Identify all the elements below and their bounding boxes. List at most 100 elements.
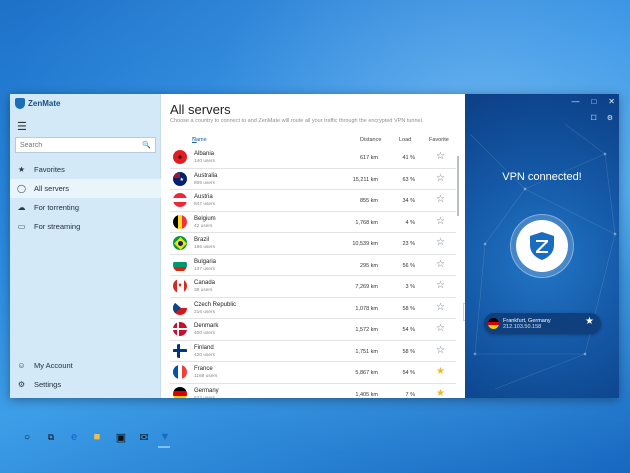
server-country: Bulgaria bbox=[194, 258, 217, 265]
maximize-icon[interactable]: □ bbox=[591, 97, 596, 106]
sidebar-item-settings[interactable]: ⚙ Settings bbox=[10, 375, 161, 394]
cloud-download-icon: ☁ bbox=[17, 203, 26, 212]
location-city: Frankfurt, Germany bbox=[503, 317, 551, 324]
server-distance: 1,751 km bbox=[355, 348, 378, 355]
search-icon[interactable]: 🔍 bbox=[142, 141, 151, 149]
server-load: 63 % bbox=[402, 176, 415, 183]
sidebar-item-my-account[interactable]: ☺ My Account bbox=[10, 356, 161, 375]
server-distance: 855 km bbox=[359, 198, 378, 204]
server-country: Albania bbox=[194, 151, 215, 157]
server-country: Finland bbox=[194, 344, 214, 351]
sidebar-item-label: All servers bbox=[34, 184, 70, 193]
server-distance: 15,211 km bbox=[352, 176, 378, 183]
server-distance: 1,078 km bbox=[355, 305, 378, 312]
sidebar-item-favorites[interactable]: ★ Favorites bbox=[10, 160, 161, 179]
server-users: 42 users bbox=[194, 223, 213, 229]
server-distance: 5,867 km bbox=[355, 370, 378, 376]
favorite-star-icon[interactable]: ☆ bbox=[436, 216, 445, 227]
server-load: 41 % bbox=[402, 155, 415, 161]
server-country: Czech Republic bbox=[194, 301, 237, 308]
store-icon[interactable]: ▣ bbox=[114, 430, 128, 444]
search-circle-icon[interactable]: ○ bbox=[20, 430, 34, 444]
task-view-icon[interactable]: ⧉ bbox=[44, 430, 58, 444]
edge-icon[interactable]: e bbox=[67, 430, 81, 444]
favorite-star-icon[interactable]: ☆ bbox=[436, 173, 445, 184]
chat-icon[interactable]: ☐ bbox=[590, 114, 596, 122]
server-country: Brazil bbox=[194, 237, 210, 243]
favorite-star-icon[interactable]: ★ bbox=[436, 388, 445, 398]
server-users: 622 users bbox=[194, 395, 216, 399]
favorite-star-icon[interactable]: ☆ bbox=[436, 152, 445, 162]
location-info: Frankfurt, Germany 212.103.50.158 bbox=[503, 318, 551, 330]
server-load: 58 % bbox=[402, 348, 415, 355]
server-row-br[interactable]: Brazil 186 users 10,539 km 23 % ☆ bbox=[170, 233, 456, 255]
search-field[interactable]: 🔍 bbox=[15, 137, 156, 153]
monitor-icon: ▭ bbox=[17, 222, 26, 231]
connect-toggle[interactable] bbox=[510, 214, 574, 278]
server-list: ✦ Albania 140 users 617 km 41 % ☆ ★ Aust… bbox=[170, 147, 456, 398]
server-users: 216 users bbox=[194, 309, 216, 315]
server-row-al[interactable]: ✦ Albania 140 users 617 km 41 % ☆ bbox=[170, 147, 456, 169]
minimize-icon[interactable]: — bbox=[571, 97, 579, 106]
favorite-star-icon[interactable]: ☆ bbox=[436, 281, 445, 291]
server-distance: 617 km bbox=[359, 155, 378, 161]
search-input[interactable] bbox=[20, 141, 143, 149]
server-row-at[interactable]: Austria 847 users 855 km 34 % ☆ bbox=[170, 190, 456, 212]
server-row-ca[interactable]: ♦ Canada 38 users 7,269 km 3 % ☆ bbox=[170, 276, 456, 298]
server-row-fr[interactable]: France 1168 users 5,867 km 54 % ★ bbox=[170, 362, 456, 384]
server-country: Australia bbox=[194, 172, 218, 179]
favorite-star-icon[interactable]: ★ bbox=[585, 317, 594, 327]
active-app-indicator bbox=[158, 446, 170, 448]
sidebar-item-label: For torrenting bbox=[34, 203, 80, 212]
sidebar-item-torrenting[interactable]: ☁ For torrenting bbox=[10, 198, 161, 217]
au-flag-icon: ★ bbox=[173, 171, 187, 186]
column-distance[interactable]: Distance bbox=[360, 137, 381, 143]
server-row-bg[interactable]: Bulgaria 137 users 295 km 56 % ☆ bbox=[170, 255, 456, 276]
menu-icon[interactable]: ☰ bbox=[17, 120, 27, 133]
fr-flag-icon bbox=[173, 365, 187, 379]
sidebar-item-all-servers[interactable]: ◯ All servers bbox=[10, 179, 161, 198]
server-row-be[interactable]: Belgium 42 users 1,768 km 4 % ☆ bbox=[170, 212, 456, 233]
gear-icon: ⚙ bbox=[17, 380, 26, 389]
zenmate-taskbar-icon[interactable]: ▼ bbox=[158, 430, 172, 444]
close-icon[interactable]: ✕ bbox=[608, 97, 615, 106]
germany-flag-icon bbox=[488, 318, 499, 329]
al-flag-icon: ✦ bbox=[173, 150, 187, 164]
shield-button[interactable] bbox=[516, 220, 568, 272]
at-flag-icon bbox=[173, 193, 187, 207]
panel-actions: ☐ ⚙ bbox=[590, 114, 613, 122]
mail-icon[interactable]: ✉ bbox=[137, 430, 151, 444]
favorite-star-icon[interactable]: ☆ bbox=[436, 238, 445, 248]
scrollbar[interactable] bbox=[457, 156, 459, 216]
window-controls: — □ ✕ bbox=[571, 97, 615, 106]
favorite-star-icon[interactable]: ★ bbox=[436, 367, 445, 377]
server-users: 400 users bbox=[194, 331, 216, 336]
server-users: 140 users bbox=[194, 159, 216, 164]
favorite-star-icon[interactable]: ☆ bbox=[436, 259, 445, 270]
sidebar: ZenMate ☰ 🔍 ★ Favorites ◯ All servers ☁ … bbox=[10, 94, 161, 398]
dk-flag-icon bbox=[173, 322, 187, 336]
favorite-star-icon[interactable]: ☆ bbox=[436, 195, 445, 205]
sort-by-name[interactable]: Name ⌃ bbox=[192, 137, 207, 143]
server-row-au[interactable]: ★ Australia 805 users 15,211 km 63 % ☆ bbox=[170, 169, 456, 190]
favorite-star-icon[interactable]: ☆ bbox=[436, 324, 445, 334]
column-favorite[interactable]: Favorite bbox=[429, 137, 449, 143]
server-load: 54 % bbox=[402, 327, 415, 333]
server-load: 7 % bbox=[405, 391, 415, 398]
server-row-fi[interactable]: Finland 420 users 1,751 km 58 % ☆ bbox=[170, 341, 456, 362]
server-row-cz[interactable]: Czech Republic 216 users 1,078 km 58 % ☆ bbox=[170, 298, 456, 319]
column-load[interactable]: Load bbox=[399, 137, 411, 143]
server-distance: 10,539 km bbox=[352, 241, 378, 247]
server-distance: 1,768 km bbox=[355, 219, 378, 226]
page-subtitle: Choose a country to connect to and ZenMa… bbox=[170, 118, 424, 124]
folder-icon[interactable]: ■ bbox=[90, 430, 104, 444]
server-row-de[interactable]: Germany 622 users 1,405 km 7 % ★ bbox=[170, 384, 456, 399]
gear-icon[interactable]: ⚙ bbox=[607, 114, 613, 122]
server-country: Canada bbox=[194, 280, 216, 286]
favorite-star-icon[interactable]: ☆ bbox=[436, 302, 445, 313]
sidebar-item-streaming[interactable]: ▭ For streaming bbox=[10, 217, 161, 236]
server-row-dk[interactable]: Denmark 400 users 1,572 km 54 % ☆ bbox=[170, 319, 456, 341]
sidebar-item-label: Settings bbox=[34, 380, 62, 389]
favorite-star-icon[interactable]: ☆ bbox=[436, 345, 445, 356]
current-location-pill[interactable]: Frankfurt, Germany 212.103.50.158 ★ bbox=[484, 313, 601, 334]
